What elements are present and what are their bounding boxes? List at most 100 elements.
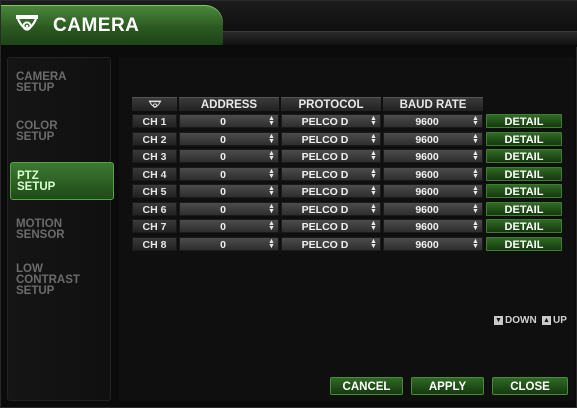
spinner-arrows-icon[interactable]: ▲ ▼ [267,150,276,162]
protocol-select[interactable]: PELCO D ▲ ▼ [281,236,381,251]
protocol-select[interactable]: PELCO D ▲ ▼ [281,114,381,128]
baud-rate-select[interactable]: 9600 ▲ ▼ [383,219,483,233]
spinner-arrows-icon[interactable]: ▲ ▼ [369,150,378,162]
window-header: CAMERA [1,1,577,47]
detail-button[interactable]: DETAIL [486,166,562,181]
spinner-arrows-icon[interactable]: ▲ ▼ [369,238,378,250]
baud-rate-select[interactable]: 9600 ▲ ▼ [383,114,483,128]
camera-icon [148,100,161,108]
protocol-value: PELCO D [301,168,349,181]
address-stepper[interactable]: 0 ▲ ▼ [179,219,279,233]
address-value: 0 [220,168,226,181]
baud-rate-select[interactable]: 9600 ▲ ▼ [383,149,483,163]
camera-icon [16,15,38,31]
address-stepper[interactable]: 0 ▲ ▼ [179,236,279,251]
spinner-arrows-icon[interactable]: ▲ ▼ [267,185,276,197]
address-value: 0 [220,238,226,251]
apply-button[interactable]: APPLY [411,377,484,395]
baud-rate-value: 9600 [415,116,439,128]
address-stepper[interactable]: 0 ▲ ▼ [179,131,279,146]
address-stepper[interactable]: 0 ▲ ▼ [179,201,279,216]
protocol-value: PELCO D [301,221,349,233]
spinner-arrows-icon[interactable]: ▲ ▼ [471,168,480,180]
protocol-value: PELCO D [301,238,349,251]
address-stepper[interactable]: 0 ▲ ▼ [179,114,279,128]
address-value: 0 [220,203,226,216]
baud-rate-value: 9600 [415,221,439,233]
ptz-panel: ADDRESS PROTOCOL BAUD RATE CH 1 0 ▲ ▼ PELCO … [119,57,574,401]
baud-rate-select[interactable]: 9600 ▲ ▼ [383,236,483,251]
channel-label: CH 1 [132,114,177,128]
address-value: 0 [220,116,226,128]
cancel-button[interactable]: CANCEL [330,377,403,395]
channel-label: CH 5 [132,184,177,198]
detail-button[interactable]: DETAIL [486,149,562,163]
header-protocol: PROTOCOL [281,97,381,111]
spinner-arrows-icon[interactable]: ▲ ▼ [369,115,378,127]
address-stepper[interactable]: 0 ▲ ▼ [179,149,279,163]
protocol-value: PELCO D [301,186,349,198]
close-button[interactable]: CLOSE [492,377,568,395]
detail-button[interactable]: DETAIL [486,201,562,216]
spinner-arrows-icon[interactable]: ▲ ▼ [471,115,480,127]
address-value: 0 [220,186,226,198]
baud-rate-value: 9600 [415,203,439,216]
sidebar-item-camera-setup[interactable]: CAMERA SETUP [16,71,116,94]
spinner-arrows-icon[interactable]: ▲ ▼ [369,185,378,197]
address-value: 0 [220,133,226,146]
protocol-value: PELCO D [301,203,349,216]
sidebar: CAMERA SETUP COLOR SETUP PTZ SETUP MOTION SE… [7,57,114,401]
protocol-select[interactable]: PELCO D ▲ ▼ [281,131,381,146]
protocol-select[interactable]: PELCO D ▲ ▼ [281,149,381,163]
baud-rate-value: 9600 [415,133,439,146]
header-address: ADDRESS [179,97,279,111]
baud-rate-value: 9600 [415,151,439,163]
channel-label: CH 4 [132,166,177,181]
camera-window: CAMERA CAMERA SETUP COLOR SETUP PTZ SETUP M… [0,0,577,408]
baud-rate-select[interactable]: 9600 ▲ ▼ [383,166,483,181]
protocol-select[interactable]: PELCO D ▲ ▼ [281,166,381,181]
baud-rate-select[interactable]: 9600 ▲ ▼ [383,131,483,146]
spinner-arrows-icon[interactable]: ▲ ▼ [267,115,276,127]
spinner-arrows-icon[interactable]: ▲ ▼ [369,133,378,145]
spinner-arrows-icon[interactable]: ▲ ▼ [369,220,378,232]
baud-rate-select[interactable]: 9600 ▲ ▼ [383,184,483,198]
protocol-value: PELCO D [301,151,349,163]
spinner-arrows-icon[interactable]: ▲ ▼ [369,203,378,215]
sidebar-item-ptz-setup[interactable]: PTZ SETUP [10,162,114,200]
spinner-arrows-icon[interactable]: ▲ ▼ [471,203,480,215]
page-down-button[interactable]: ▼ DOWN [494,315,537,326]
spinner-arrows-icon[interactable]: ▲ ▼ [267,203,276,215]
spinner-arrows-icon[interactable]: ▲ ▼ [471,150,480,162]
baud-rate-select[interactable]: 9600 ▲ ▼ [383,201,483,216]
spinner-arrows-icon[interactable]: ▲ ▼ [267,133,276,145]
sidebar-item-motion-sensor[interactable]: MOTION SENSOR [16,218,116,241]
spinner-arrows-icon[interactable]: ▲ ▼ [471,185,480,197]
header-rule [223,31,577,45]
baud-rate-value: 9600 [415,186,439,198]
spinner-arrows-icon[interactable]: ▲ ▼ [471,238,480,250]
sidebar-item-color-setup[interactable]: COLOR SETUP [16,120,116,143]
address-value: 0 [220,151,226,163]
protocol-select[interactable]: PELCO D ▲ ▼ [281,201,381,216]
address-value: 0 [220,221,226,233]
address-stepper[interactable]: 0 ▲ ▼ [179,184,279,198]
header-baud-rate: BAUD RATE [383,97,483,111]
spinner-arrows-icon[interactable]: ▲ ▼ [471,133,480,145]
detail-button[interactable]: DETAIL [486,114,562,128]
protocol-select[interactable]: PELCO D ▲ ▼ [281,184,381,198]
detail-button[interactable]: DETAIL [486,219,562,233]
detail-button[interactable]: DETAIL [486,184,562,198]
spinner-arrows-icon[interactable]: ▲ ▼ [267,220,276,232]
page-up-button[interactable]: ▲ UP [542,315,567,326]
channel-label: CH 7 [132,219,177,233]
spinner-arrows-icon[interactable]: ▲ ▼ [267,238,276,250]
spinner-arrows-icon[interactable]: ▲ ▼ [369,168,378,180]
sidebar-item-low-contrast-setup[interactable]: LOW CONTRAST SETUP [16,263,116,297]
spinner-arrows-icon[interactable]: ▲ ▼ [267,168,276,180]
address-stepper[interactable]: 0 ▲ ▼ [179,166,279,181]
protocol-select[interactable]: PELCO D ▲ ▼ [281,219,381,233]
spinner-arrows-icon[interactable]: ▲ ▼ [471,220,480,232]
detail-button[interactable]: DETAIL [486,131,562,146]
detail-button[interactable]: DETAIL [486,236,562,251]
